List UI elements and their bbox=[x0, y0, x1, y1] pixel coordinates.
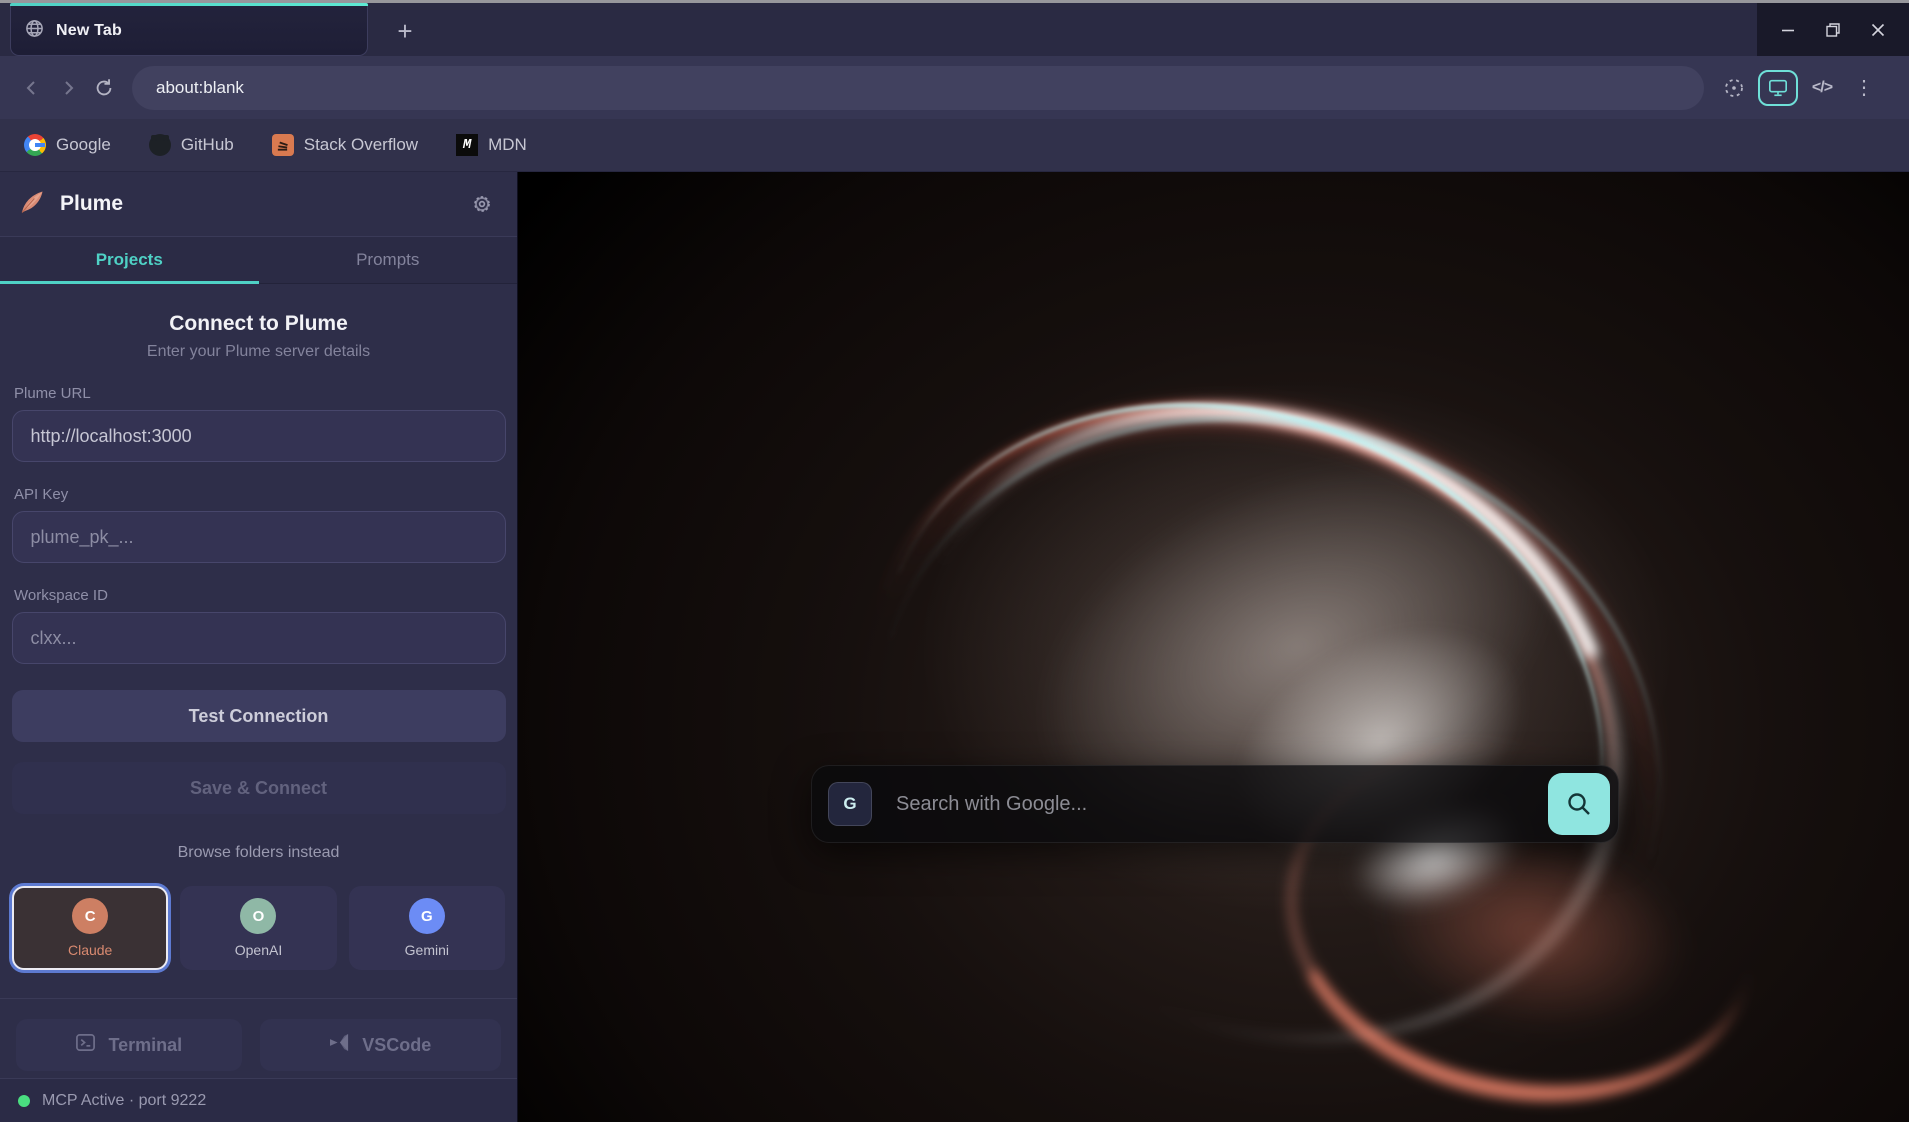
provider-label: Gemini bbox=[405, 942, 449, 958]
status-dot bbox=[18, 1095, 30, 1107]
bookmark-label: GitHub bbox=[181, 135, 234, 155]
page-viewport: G bbox=[518, 172, 1909, 1122]
provider-card-gemini[interactable]: G Gemini bbox=[349, 886, 505, 970]
sidebar-footer-buttons: Terminal VSCode bbox=[0, 1019, 517, 1071]
workspace-id-label: Workspace ID bbox=[14, 587, 517, 604]
workspace-id-input[interactable] bbox=[12, 612, 506, 664]
menu-kebab-icon[interactable]: ⋮ bbox=[1846, 70, 1882, 106]
mcp-status-bar: MCP Active · port 9222 bbox=[0, 1078, 517, 1122]
sidebar-tabs: Projects Prompts bbox=[0, 237, 517, 284]
browse-folders-link[interactable]: Browse folders instead bbox=[0, 844, 517, 862]
api-key-label: API Key bbox=[14, 486, 517, 503]
test-connection-button[interactable]: Test Connection bbox=[12, 690, 506, 742]
back-button[interactable] bbox=[14, 70, 50, 106]
light-streak bbox=[786, 297, 1697, 1122]
devtools-code-icon[interactable]: </> bbox=[1804, 70, 1840, 106]
bookmark-mdn[interactable]: M MDN bbox=[456, 134, 527, 156]
content-row: Plume Projects Prompts Connect to Plume … bbox=[0, 172, 1909, 1122]
light-streak bbox=[798, 325, 1739, 1122]
github-favicon bbox=[149, 134, 171, 156]
minimize-button[interactable] bbox=[1768, 10, 1808, 50]
settings-gear-icon[interactable] bbox=[465, 187, 499, 221]
bookmark-label: Google bbox=[56, 135, 111, 155]
plume-title: Plume bbox=[60, 192, 123, 216]
new-tab-button[interactable]: + bbox=[386, 12, 424, 50]
api-key-input[interactable] bbox=[12, 511, 506, 563]
bookmarks-bar: Google GitHub Stack Overflow M MDN bbox=[0, 119, 1909, 172]
vscode-label: VSCode bbox=[362, 1035, 431, 1056]
reload-button[interactable] bbox=[86, 70, 122, 106]
address-bar[interactable]: about:blank bbox=[132, 66, 1704, 110]
provider-card-openai[interactable]: O OpenAI bbox=[180, 886, 336, 970]
vscode-icon bbox=[329, 1033, 350, 1057]
address-text: about:blank bbox=[156, 78, 244, 98]
bookmark-github[interactable]: GitHub bbox=[149, 134, 234, 156]
light-streak bbox=[778, 302, 1704, 1122]
close-button[interactable] bbox=[1858, 10, 1898, 50]
openai-avatar: O bbox=[240, 898, 276, 934]
stackoverflow-favicon bbox=[272, 134, 294, 156]
title-bar: New Tab + bbox=[0, 0, 1909, 56]
navigation-bar: about:blank </> ⋮ bbox=[0, 56, 1909, 119]
connect-subheading: Enter your Plume server details bbox=[0, 343, 517, 361]
light-streak bbox=[807, 289, 1731, 1122]
terminal-button[interactable]: Terminal bbox=[16, 1019, 242, 1071]
terminal-label: Terminal bbox=[108, 1035, 182, 1056]
tab-title: New Tab bbox=[56, 22, 122, 40]
gemini-avatar: G bbox=[409, 898, 445, 934]
terminal-icon bbox=[75, 1032, 96, 1058]
provider-label: OpenAI bbox=[235, 942, 282, 958]
feather-logo-icon bbox=[18, 188, 46, 221]
plume-header: Plume bbox=[0, 172, 517, 237]
light-glow bbox=[1125, 517, 1636, 966]
claude-avatar: C bbox=[72, 898, 108, 934]
maximize-button[interactable] bbox=[1813, 10, 1853, 50]
sidebar-divider bbox=[0, 998, 517, 999]
connect-heading: Connect to Plume bbox=[0, 312, 517, 336]
toolbar-actions: </> ⋮ bbox=[1716, 70, 1882, 106]
tab-prompts[interactable]: Prompts bbox=[259, 237, 518, 283]
tab-projects[interactable]: Projects bbox=[0, 237, 259, 283]
provider-label: Claude bbox=[68, 942, 112, 958]
sidebar-body: Connect to Plume Enter your Plume server… bbox=[0, 284, 517, 1078]
status-text: MCP Active · port 9222 bbox=[42, 1092, 206, 1110]
globe-icon bbox=[25, 19, 44, 43]
google-favicon bbox=[24, 134, 46, 156]
inspect-target-icon[interactable] bbox=[1716, 70, 1752, 106]
google-search-input[interactable] bbox=[872, 766, 1548, 842]
search-submit-button[interactable] bbox=[1548, 773, 1610, 835]
save-connect-button[interactable]: Save & Connect bbox=[12, 762, 506, 814]
light-glow bbox=[843, 269, 1751, 1025]
bookmark-label: MDN bbox=[488, 135, 527, 155]
provider-card-claude[interactable]: C Claude bbox=[12, 886, 168, 970]
plume-sidebar: Plume Projects Prompts Connect to Plume … bbox=[0, 172, 518, 1122]
window-controls bbox=[1757, 3, 1909, 56]
plume-url-label: Plume URL bbox=[14, 385, 517, 402]
device-monitor-toggle[interactable] bbox=[1758, 70, 1798, 106]
mdn-favicon: M bbox=[456, 134, 478, 156]
bookmark-stackoverflow[interactable]: Stack Overflow bbox=[272, 134, 418, 156]
bookmark-label: Stack Overflow bbox=[304, 135, 418, 155]
bookmark-google[interactable]: Google bbox=[24, 134, 111, 156]
forward-button[interactable] bbox=[50, 70, 86, 106]
google-g-badge: G bbox=[828, 782, 872, 826]
browser-tab[interactable]: New Tab bbox=[10, 6, 368, 56]
vscode-button[interactable]: VSCode bbox=[260, 1019, 501, 1071]
provider-cards: C Claude O OpenAI G Gemini bbox=[0, 886, 517, 970]
light-streak bbox=[767, 305, 1744, 1122]
plume-url-input[interactable] bbox=[12, 410, 506, 462]
google-search-bar: G bbox=[811, 765, 1619, 843]
